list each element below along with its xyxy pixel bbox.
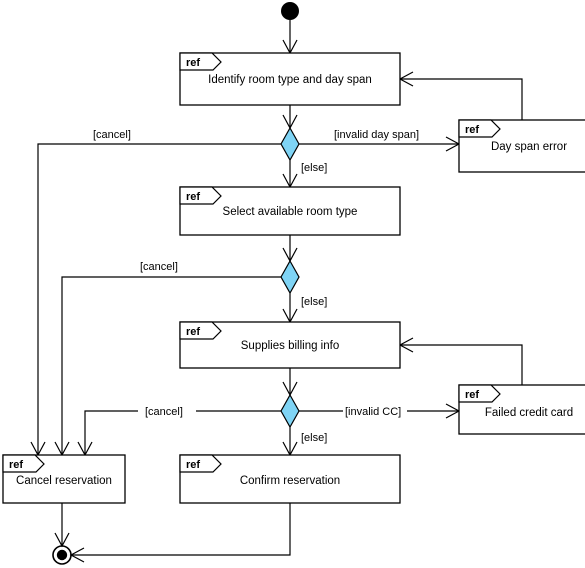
guard-invalid-cc-overlay: [invalid CC] (345, 406, 401, 418)
edge-dayspanerror-back-to-identify (398, 71, 523, 120)
activity-label: Cancel reservation (16, 475, 112, 487)
edge-initial-to-identify (282, 20, 298, 55)
guard-else-1: [else] (301, 162, 327, 174)
guard-label-layer: [cancel] [invalid day span] [else] [canc… (93, 129, 419, 444)
guard-cancel-2: [cancel] (140, 261, 178, 273)
activity-diagram-svg: ref Identify room type and day span ref … (2, 2, 585, 565)
activity-select-available-room-type[interactable]: ref Select available room type (179, 186, 401, 236)
activity-label: Select available room type (223, 206, 358, 218)
ref-keyword-label: ref (465, 124, 479, 136)
ref-keyword-label: ref (186, 57, 200, 69)
guard-invalid-day-span: [invalid day span] (334, 129, 419, 141)
edge-failedcard-back-to-supplies (398, 337, 523, 385)
activity-label: Failed credit card (485, 407, 573, 419)
ref-keyword-label: ref (186, 459, 200, 471)
edge-cancelreservation-to-final (54, 503, 70, 548)
activity-diagram-canvas: ref Identify room type and day span ref … (0, 0, 585, 568)
edge-confirmreservation-to-final (69, 503, 291, 563)
activity-day-span-error[interactable]: ref Day span error (458, 119, 585, 173)
ref-keyword-label: ref (465, 389, 479, 401)
decision-day-span[interactable] (280, 126, 300, 162)
guard-cancel-3-overlay: [cancel] (145, 406, 183, 418)
activity-label: Confirm reservation (240, 475, 340, 487)
ref-keyword-label: ref (186, 326, 200, 338)
guard-else-2: [else] (301, 296, 327, 308)
final-node (52, 545, 72, 565)
activity-identify-room-type-and-day-span[interactable]: ref Identify room type and day span (179, 52, 401, 106)
decision-billing[interactable] (280, 393, 300, 429)
edge-supplies-to-decision3 (282, 368, 298, 397)
edge-selectroom-to-decision2 (282, 235, 298, 263)
ref-keyword-label: ref (9, 459, 23, 471)
activity-label: Identify room type and day span (208, 74, 372, 86)
activity-cancel-reservation[interactable]: ref Cancel reservation (2, 454, 126, 504)
guard-cancel-1: [cancel] (93, 129, 131, 141)
activity-confirm-reservation[interactable]: ref Confirm reservation (179, 454, 401, 504)
activity-label: Day span error (491, 141, 567, 153)
initial-node (281, 2, 299, 20)
edge-identify-to-decision1 (282, 105, 298, 130)
activity-label: Supplies billing info (241, 340, 339, 352)
activity-supplies-billing-info[interactable]: ref Supplies billing info (179, 321, 401, 369)
decision-room-type[interactable] (280, 259, 300, 295)
edge-decision1-else-to-selectroom (282, 160, 298, 189)
edge-decision3-else-to-confirm (282, 427, 298, 457)
edge-decision2-else-to-supplies (282, 293, 298, 324)
ref-keyword-label: ref (186, 191, 200, 203)
guard-else-3: [else] (301, 432, 327, 444)
activity-failed-credit-card[interactable]: ref Failed credit card (458, 384, 585, 435)
